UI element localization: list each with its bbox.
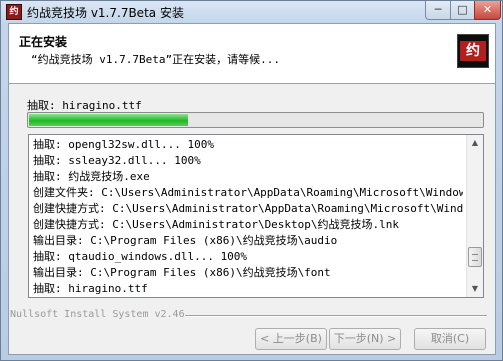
installer-window: 约 约战竞技场 v1.7.7Beta 安装 ─ □ ✕ 正在安装 “约战竞技场 … xyxy=(0,0,503,361)
log-line: 抽取: opengl32sw.dll... 100% xyxy=(33,138,214,151)
log-scrollbar[interactable]: ▲ ▼ xyxy=(466,135,483,297)
installer-brand: Nullsoft Install System v2.46 xyxy=(10,309,185,320)
window-title: 约战竞技场 v1.7.7Beta 安装 xyxy=(27,6,184,20)
brand-logo-icon: 约 xyxy=(457,34,489,68)
install-progress-bar xyxy=(27,112,484,128)
progress-fill xyxy=(29,114,188,126)
log-line: 抽取: hiragino.ttf xyxy=(33,282,148,295)
app-icon: 约 xyxy=(6,4,22,20)
maximize-button: □ xyxy=(450,1,475,20)
install-log[interactable]: 抽取: opengl32sw.dll... 100% 抽取: ssleay32.d… xyxy=(28,134,484,298)
log-line: 创建快捷方式: C:\Users\Administrator\Desktop\约… xyxy=(33,218,400,231)
page-title: 正在安装 xyxy=(19,35,68,49)
installer-body: 正在安装 “约战竞技场 v1.7.7Beta”正在安装，请等候... 约 抽取:… xyxy=(8,23,496,355)
scroll-down-icon[interactable]: ▼ xyxy=(467,281,483,297)
footer-divider xyxy=(185,315,487,317)
logo-glyph: 约 xyxy=(466,43,480,59)
current-action-label: 抽取: hiragino.ttf xyxy=(27,99,142,112)
page-subtitle: “约战竞技场 v1.7.7Beta”正在安装，请等候... xyxy=(31,53,280,66)
page-header: 正在安装 “约战竞技场 v1.7.7Beta”正在安装，请等候... 约 xyxy=(9,24,495,84)
back-button[interactable]: < 上一步(B) xyxy=(255,328,327,350)
log-line: 输出目录: C:\Program Files (x86)\约战竞技场\audio xyxy=(33,234,338,247)
scroll-up-icon[interactable]: ▲ xyxy=(467,135,483,151)
close-button[interactable]: ✕ xyxy=(474,1,501,20)
cancel-button[interactable]: 取消(C) xyxy=(414,328,486,350)
log-line: 抽取: 约战竞技场.exe xyxy=(33,170,150,183)
next-button[interactable]: 下一步(N) > xyxy=(329,328,401,350)
log-line: 输出目录: C:\Program Files (x86)\约战竞技场\font xyxy=(33,266,331,279)
scroll-thumb[interactable] xyxy=(468,247,482,267)
log-line: 抽取: qtaudio_windows.dll... 100% xyxy=(33,250,248,263)
minimize-button[interactable]: ─ xyxy=(425,1,451,20)
log-list: 抽取: opengl32sw.dll... 100% 抽取: ssleay32.d… xyxy=(33,137,463,297)
title-bar[interactable]: 约 约战竞技场 v1.7.7Beta 安装 ─ □ ✕ xyxy=(1,1,502,23)
log-line: 抽取: ssleay32.dll... 100% xyxy=(33,154,201,167)
log-line: 创建快捷方式: C:\Users\Administrator\AppData\R… xyxy=(33,202,463,215)
log-line: 创建文件夹: C:\Users\Administrator\AppData\Ro… xyxy=(33,186,463,199)
